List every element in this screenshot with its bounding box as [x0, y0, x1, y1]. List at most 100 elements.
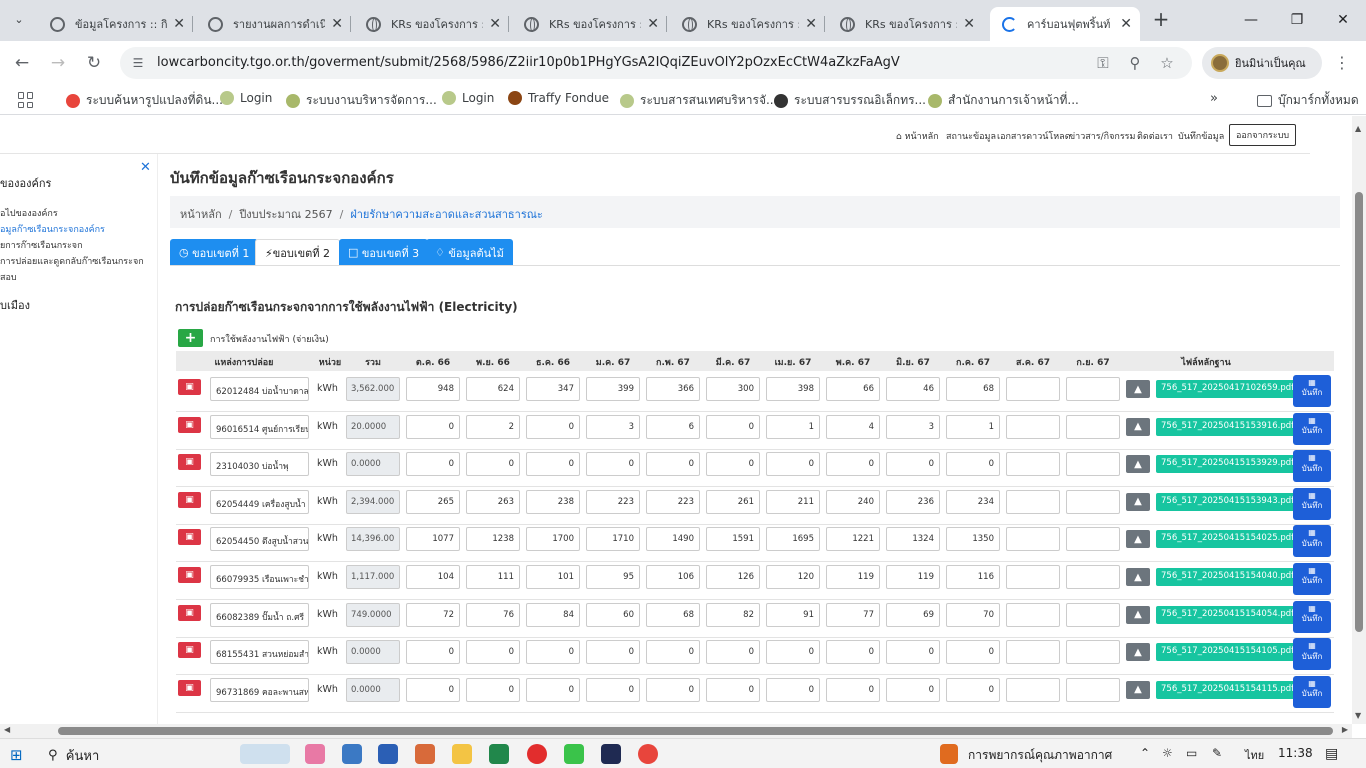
- month-input[interactable]: [1006, 602, 1060, 627]
- month-input[interactable]: 84: [526, 602, 580, 627]
- month-input[interactable]: 69: [886, 602, 940, 627]
- month-input[interactable]: 1695: [766, 527, 820, 552]
- tray-chevron-icon[interactable]: ⌃: [1140, 746, 1150, 760]
- close-tab-icon[interactable]: ✕: [647, 16, 659, 32]
- month-input[interactable]: 66: [826, 377, 880, 401]
- source-input[interactable]: 62054450 ตึงสูบน้ำสวน: [210, 527, 309, 552]
- upload-button[interactable]: ▲: [1126, 643, 1150, 662]
- windows-start-icon[interactable]: ⊞: [10, 745, 23, 765]
- powerpoint-app-icon[interactable]: [415, 744, 435, 764]
- month-input[interactable]: 0: [766, 677, 820, 702]
- save-button[interactable]: ▦ บันทึก: [1293, 412, 1331, 445]
- month-input[interactable]: 0: [886, 452, 940, 477]
- month-input[interactable]: 0: [586, 677, 640, 702]
- bookmarks-overflow-icon[interactable]: »: [1210, 91, 1218, 106]
- evidence-file-link[interactable]: 756_517_20250415154054.pdf: [1156, 605, 1300, 624]
- save-button[interactable]: ▦ บันทึก: [1293, 525, 1331, 558]
- delete-row-button[interactable]: ▣: [178, 604, 201, 621]
- month-input[interactable]: 68: [946, 377, 1000, 401]
- month-input[interactable]: 1077: [406, 527, 460, 552]
- chrome-app-icon[interactable]: [638, 744, 658, 764]
- upload-button[interactable]: ▲: [1126, 492, 1150, 511]
- month-input[interactable]: 0: [946, 640, 1000, 665]
- month-input[interactable]: [1006, 527, 1060, 552]
- month-input[interactable]: 116: [946, 565, 1000, 589]
- sidebar-item-ghg-list[interactable]: ยการก๊าซเรือนกระจก: [0, 238, 83, 252]
- opera-app-icon[interactable]: [527, 744, 547, 764]
- tab-trees[interactable]: ♢ ข้อมูลต้นไม้: [426, 239, 513, 266]
- month-input[interactable]: [1006, 565, 1060, 589]
- save-button[interactable]: ▦ บันทึก: [1293, 375, 1331, 407]
- month-input[interactable]: 211: [766, 489, 820, 514]
- bookmark-item[interactable]: ระบบค้นหารูปแปลงที่ดิน...: [66, 91, 223, 110]
- evidence-file-link[interactable]: 756_517_20250417102659.pdf: [1156, 380, 1300, 398]
- month-input[interactable]: 1: [946, 414, 1000, 439]
- apps-grid-icon[interactable]: [18, 92, 34, 108]
- wifi-icon[interactable]: ☼: [1162, 746, 1173, 760]
- month-input[interactable]: 0: [406, 414, 460, 439]
- month-input[interactable]: 4: [826, 414, 880, 439]
- taskbar-search[interactable]: ⚲ ค้นหา: [48, 745, 99, 765]
- new-tab-button[interactable]: +: [1150, 7, 1172, 31]
- month-input[interactable]: [1066, 640, 1120, 665]
- month-input[interactable]: 300: [706, 377, 760, 401]
- bookmark-item[interactable]: สำนักงานการเจ้าหน้าที่...: [928, 91, 1079, 110]
- vertical-scrollbar[interactable]: ▲ ▼: [1352, 116, 1366, 724]
- close-tab-icon[interactable]: ✕: [963, 16, 975, 32]
- source-input[interactable]: 68155431 สวนหย่อมสำ: [210, 640, 309, 665]
- save-button[interactable]: ▦ บันทึก: [1293, 600, 1331, 633]
- site-info-icon[interactable]: ☰: [128, 53, 148, 73]
- month-input[interactable]: 265: [406, 489, 460, 514]
- browser-tab[interactable]: KRs ของโครงการ :: ✕: [670, 7, 825, 41]
- month-input[interactable]: 0: [466, 452, 520, 477]
- month-input[interactable]: [1066, 602, 1120, 627]
- url-text[interactable]: lowcarboncity.tgo.or.th/goverment/submit…: [157, 55, 900, 70]
- month-input[interactable]: 0: [826, 677, 880, 702]
- month-input[interactable]: 6: [646, 414, 700, 439]
- month-input[interactable]: 0: [406, 640, 460, 665]
- nav-news[interactable]: ข่าวสาร/กิจกรรม: [1069, 129, 1135, 143]
- month-input[interactable]: 111: [466, 565, 520, 589]
- tab-scope-1[interactable]: ◷ ขอบเขตที่ 1: [170, 239, 259, 266]
- month-input[interactable]: 0: [466, 677, 520, 702]
- month-input[interactable]: 0: [406, 452, 460, 477]
- month-input[interactable]: [1066, 377, 1120, 401]
- month-input[interactable]: [1066, 489, 1120, 514]
- month-input[interactable]: [1066, 452, 1120, 477]
- month-input[interactable]: 347: [526, 377, 580, 401]
- month-input[interactable]: 0: [706, 452, 760, 477]
- source-input[interactable]: 62054449 เครื่องสูบน้ำ: [210, 489, 309, 514]
- scroll-down-icon[interactable]: ▼: [1355, 711, 1361, 720]
- month-input[interactable]: 126: [706, 565, 760, 589]
- weather-icon[interactable]: [940, 744, 958, 764]
- tab-scope-3[interactable]: □ ขอบเขตที่ 3: [339, 239, 429, 266]
- bookmark-item[interactable]: Traffy Fondue: [508, 91, 609, 105]
- copilot-app-icon[interactable]: [305, 744, 325, 764]
- forward-arrow-icon[interactable]: →: [45, 50, 71, 76]
- month-input[interactable]: 0: [466, 640, 520, 665]
- sidebar-item-ghg-data[interactable]: อมูลก๊าซเรือนกระจกองค์กร: [0, 222, 105, 236]
- breadcrumb-home[interactable]: หน้าหลัก: [180, 208, 222, 221]
- browser-tab[interactable]: คาร์บอนฟุตพริ้นท์ ✕: [990, 7, 1140, 41]
- source-input[interactable]: 96016514 ศูนย์การเรียน: [210, 414, 309, 439]
- month-input[interactable]: 76: [466, 602, 520, 627]
- month-input[interactable]: 101: [526, 565, 580, 589]
- save-button[interactable]: ▦ บันทึก: [1293, 563, 1331, 595]
- close-tab-icon[interactable]: ✕: [805, 16, 817, 32]
- month-input[interactable]: 1700: [526, 527, 580, 552]
- month-input[interactable]: 238: [526, 489, 580, 514]
- back-arrow-icon[interactable]: ←: [9, 50, 35, 76]
- source-input[interactable]: 66079935 เรือนเพาะชำ: [210, 565, 309, 589]
- line-app-icon[interactable]: [564, 744, 584, 764]
- month-input[interactable]: [1066, 414, 1120, 439]
- close-window-button[interactable]: ✕: [1320, 0, 1366, 40]
- sidebar-item-general[interactable]: อไปขององค์กร: [0, 206, 58, 220]
- month-input[interactable]: 2: [466, 414, 520, 439]
- nav-home[interactable]: ⌂ หน้าหลัก: [896, 129, 939, 143]
- notifications-icon[interactable]: ▤: [1325, 746, 1338, 762]
- month-input[interactable]: 223: [586, 489, 640, 514]
- close-tab-icon[interactable]: ✕: [173, 16, 185, 32]
- month-input[interactable]: [1066, 527, 1120, 552]
- battery-icon[interactable]: ▭: [1186, 746, 1197, 760]
- bookmark-star-icon[interactable]: ☆: [1156, 53, 1178, 73]
